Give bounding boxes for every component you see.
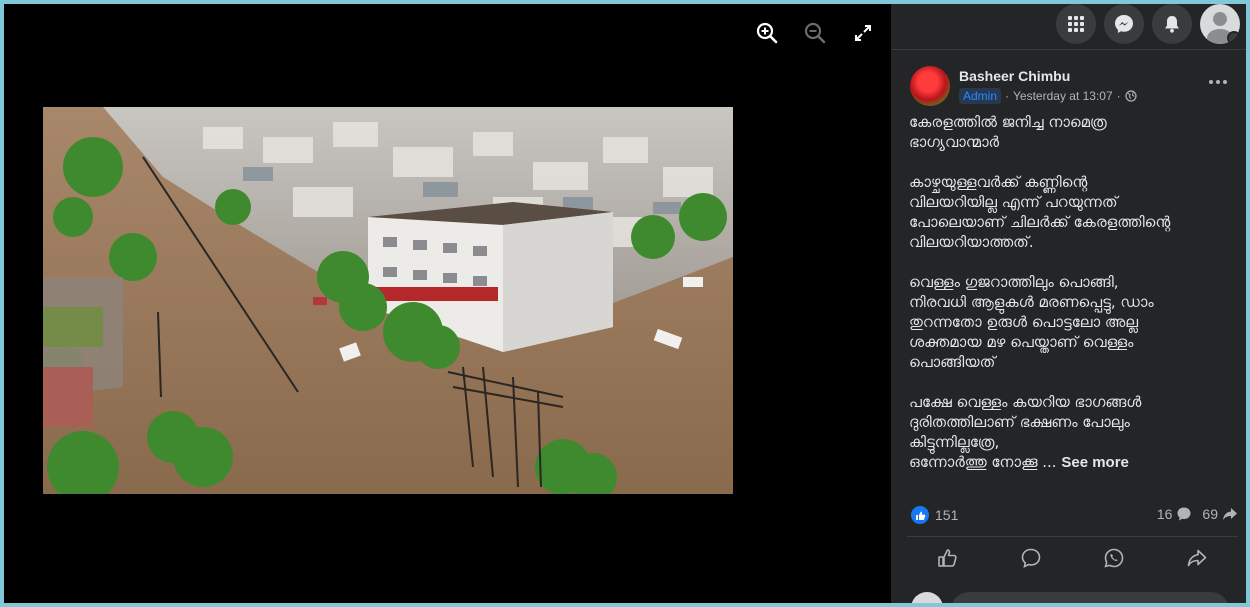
zoom-out-icon — [804, 22, 826, 44]
composer-avatar — [911, 592, 943, 603]
share-button[interactable] — [1167, 541, 1227, 575]
zoom-out-button[interactable] — [798, 16, 832, 50]
whatsapp-icon — [1104, 548, 1124, 568]
shares-count[interactable]: 69 — [1202, 506, 1238, 522]
more-dot-icon — [1209, 80, 1213, 84]
like-button[interactable] — [918, 541, 978, 575]
post-side-panel: Basheer Chimbu Admin · Yesterday at 13:0… — [891, 4, 1246, 603]
likes-number: 151 — [935, 507, 959, 523]
account-chevron-icon[interactable] — [1227, 31, 1240, 44]
post-options-button[interactable] — [1206, 72, 1230, 92]
comments-number: 16 — [1156, 506, 1173, 522]
comment-share-counts: 16 69 — [1157, 506, 1238, 522]
like-reaction-icon — [911, 506, 929, 524]
meta-separator: · — [1116, 89, 1121, 103]
menu-button[interactable] — [1056, 4, 1096, 44]
top-nav-bar — [891, 4, 1246, 50]
comments-count[interactable]: 16 — [1157, 506, 1193, 522]
bell-icon — [1165, 16, 1179, 33]
comment-button[interactable] — [1001, 541, 1061, 575]
fullscreen-icon — [855, 25, 871, 41]
post-actions-bar — [907, 536, 1238, 578]
see-more-link[interactable]: See more — [1061, 454, 1129, 471]
share-arrow-icon — [1223, 508, 1237, 520]
globe-icon — [1125, 90, 1137, 102]
top-nav-icons — [1056, 4, 1240, 44]
share-icon — [1187, 549, 1206, 566]
more-dot-icon — [1216, 80, 1220, 84]
post-text: കേരളത്തിൽ ജനിച്ച നാമെത്ര ഭാഗ്യവാന്മാർ കാ… — [909, 112, 1239, 473]
photo-viewer — [4, 4, 891, 603]
fullscreen-button[interactable] — [846, 16, 880, 50]
notifications-button[interactable] — [1152, 4, 1192, 44]
messenger-icon — [1115, 15, 1133, 33]
post-timestamp[interactable]: Yesterday at 13:07 — [1013, 89, 1113, 103]
comment-composer — [907, 590, 1237, 603]
flood-aerial-photo[interactable] — [43, 107, 733, 494]
messenger-button[interactable] — [1104, 4, 1144, 44]
likes-count[interactable]: 151 — [911, 506, 958, 524]
comment-icon — [1021, 548, 1041, 568]
profile-avatar[interactable] — [1200, 4, 1240, 44]
comment-input[interactable] — [951, 592, 1229, 603]
author-avatar[interactable] — [910, 66, 950, 106]
zoom-in-button[interactable] — [750, 16, 784, 50]
like-icon — [938, 548, 958, 567]
post-header: Basheer Chimbu Admin · Yesterday at 13:0… — [907, 66, 1230, 110]
author-name[interactable]: Basheer Chimbu — [959, 68, 1070, 84]
meta-separator: · — [1005, 89, 1010, 103]
comment-bubble-icon — [1177, 507, 1191, 521]
menu-grid-icon — [1068, 16, 1084, 32]
photo-viewer-window: Basheer Chimbu Admin · Yesterday at 13:0… — [4, 4, 1246, 603]
viewer-toolbar — [750, 16, 880, 50]
more-dot-icon — [1223, 80, 1227, 84]
admin-badge: Admin — [959, 88, 1002, 104]
post-meta: Admin · Yesterday at 13:07 · — [959, 88, 1137, 104]
shares-number: 69 — [1202, 506, 1218, 522]
post-body: കേരളത്തിൽ ജനിച്ച നാമെത്ര ഭാഗ്യവാന്മാർ കാ… — [909, 113, 1171, 471]
zoom-in-icon — [756, 22, 778, 44]
whatsapp-share-button[interactable] — [1084, 541, 1144, 575]
reaction-counts: 151 16 69 — [907, 504, 1238, 528]
